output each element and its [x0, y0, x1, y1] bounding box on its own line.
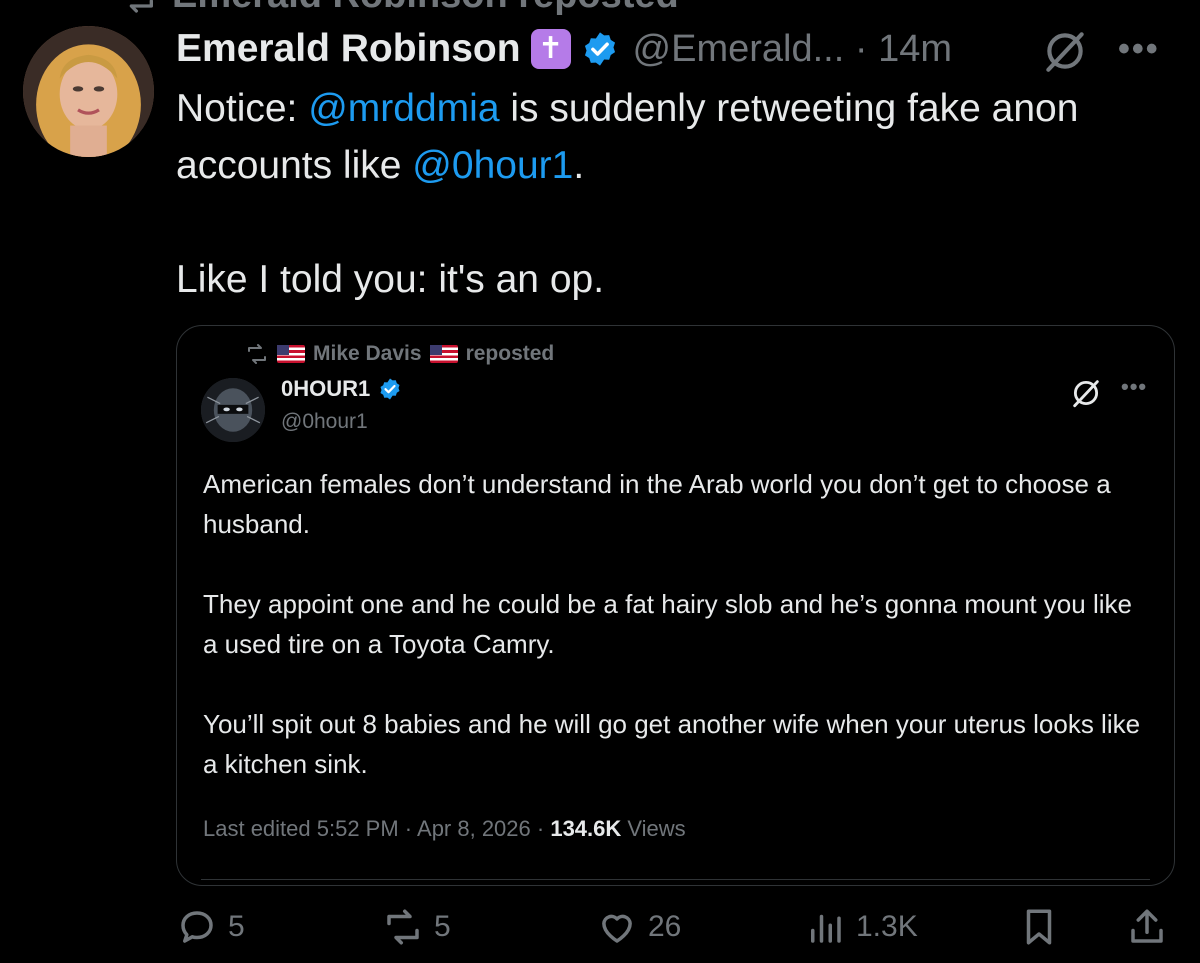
reply-button[interactable]: 5 [176, 906, 245, 948]
repost-icon [387, 909, 419, 945]
bookmark-button[interactable] [1018, 906, 1060, 948]
author-name[interactable]: Emerald Robinson [176, 27, 521, 71]
heart-icon [602, 914, 632, 943]
cross-emoji-badge: ✝ [530, 29, 571, 69]
repost-count: 5 [434, 910, 451, 943]
share-button[interactable] [1126, 906, 1168, 948]
mention-link[interactable]: @0hour1 [412, 144, 573, 187]
tweet-text-segment: . [573, 144, 585, 187]
tweet-text-line: Like I told you: it's an op. [176, 258, 605, 301]
repost-icon [248, 344, 266, 364]
views-count: 1.3K [856, 910, 918, 943]
share-icon [1131, 909, 1163, 943]
mention-link[interactable]: @mrddmia [308, 87, 499, 130]
reply-icon [181, 911, 213, 943]
reply-count: 5 [228, 910, 245, 943]
repost-button[interactable]: 5 [382, 906, 451, 948]
views-count: 134.6K [550, 816, 622, 841]
quoted-author-row: 0HOUR1 [281, 376, 402, 402]
reposted-label: reposted [465, 342, 555, 365]
views-label: Views [621, 816, 686, 841]
quoted-paragraph: American females don’t understand in the… [203, 469, 1111, 539]
grok-icon[interactable] [1069, 376, 1103, 410]
separator: · [854, 27, 868, 70]
tweet-text-line: Notice: @mrddmia is suddenly retweeting … [176, 80, 1166, 194]
quoted-author-avatar-image [201, 378, 265, 442]
bookmark-icon [1026, 909, 1052, 945]
author-handle-time: @Emerald... · 14m [633, 28, 952, 71]
more-options-icon[interactable]: ••• [1118, 30, 1160, 69]
author-handle[interactable]: @Emerald... [633, 28, 845, 70]
verified-icon[interactable] [581, 30, 619, 68]
edited-timestamp[interactable]: Last edited 5:52 PM · Apr 8, 2026 · [203, 816, 550, 841]
bar-chart-icon [811, 914, 841, 943]
grok-icon[interactable] [1040, 26, 1090, 76]
us-flag-icon [277, 345, 305, 363]
repost-header: Emerald Robinson reposted [118, 0, 679, 17]
divider [201, 879, 1150, 880]
quoted-author-name[interactable]: 0HOUR1 [281, 376, 370, 402]
action-bar: 5 5 26 1.3K [176, 906, 1176, 960]
quoted-author-avatar[interactable] [201, 378, 265, 442]
views-button[interactable]: 1.3K [804, 906, 918, 948]
verified-icon[interactable] [378, 377, 402, 401]
author-avatar-image [23, 26, 154, 157]
tweet-text-segment: Notice: [176, 87, 309, 130]
quoted-tweet-text: American females don’t understand in the… [203, 464, 1153, 784]
tweet-time[interactable]: 14m [878, 28, 952, 70]
quoted-tweet-meta: Last edited 5:52 PM · Apr 8, 2026 · 134.… [203, 816, 686, 842]
quoted-author-handle[interactable]: @0hour1 [281, 410, 368, 434]
like-count: 26 [648, 910, 682, 943]
quoted-paragraph: You’ll spit out 8 babies and he will go … [203, 709, 1141, 779]
repost-icon [129, 0, 153, 13]
quoted-tweet-card[interactable]: Mike Davis reposted 0HOUR1 @0hour1 ••• A… [176, 325, 1175, 886]
tweet-header: Emerald Robinson ✝ @Emerald... · 14m [176, 24, 952, 74]
repost-header-text: Emerald Robinson reposted [172, 0, 679, 17]
us-flag-icon [429, 345, 458, 363]
reposted-by-name[interactable]: Mike Davis [313, 342, 422, 366]
tweet-screen: Emerald Robinson reposted Emerald Robins… [0, 0, 1200, 963]
author-avatar[interactable] [23, 26, 154, 157]
like-button[interactable]: 26 [596, 906, 681, 948]
quoted-repost-header: Mike Davis reposted [245, 342, 554, 366]
tweet-text: Notice: @mrddmia is suddenly retweeting … [176, 80, 1166, 308]
more-options-icon[interactable]: ••• [1121, 374, 1147, 400]
quoted-paragraph: They appoint one and he could be a fat h… [203, 589, 1132, 659]
